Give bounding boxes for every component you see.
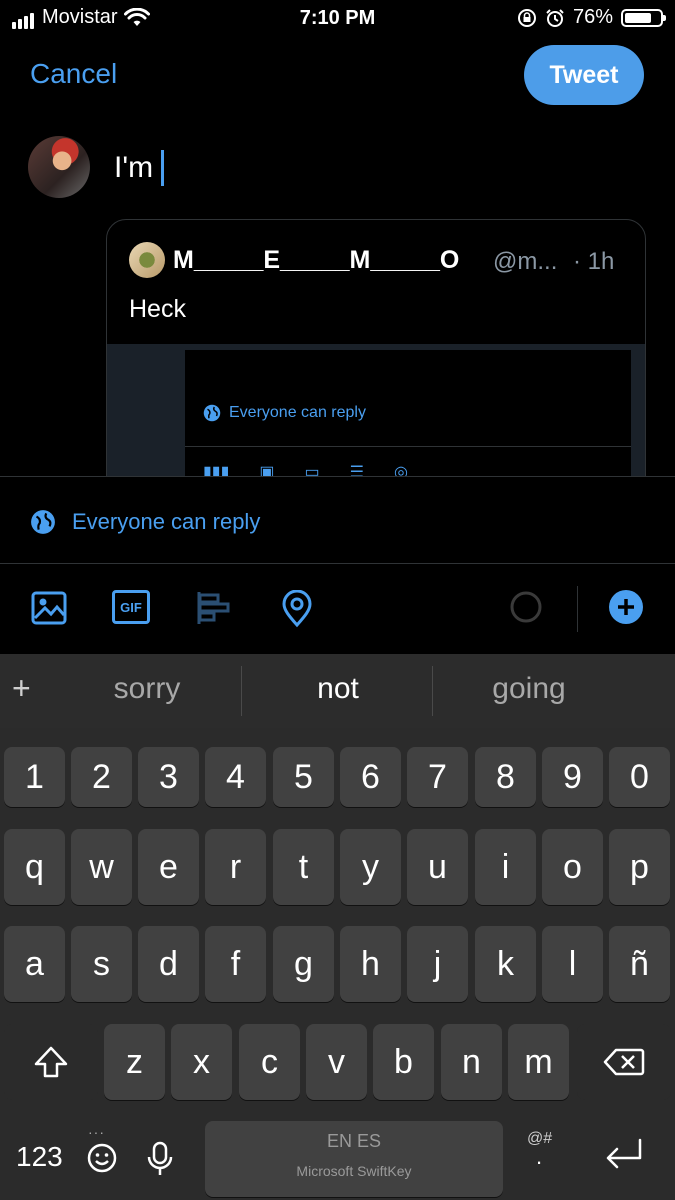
space-language: EN ES (326, 1131, 382, 1151)
compose-text: I'm (114, 151, 154, 184)
gif-label: GIF (120, 599, 142, 615)
compose-input[interactable]: I'm (114, 150, 165, 186)
gif-icon[interactable]: GIF (112, 590, 150, 624)
key-8[interactable]: 8 (475, 747, 536, 807)
key-t[interactable]: t (273, 829, 334, 905)
key-1[interactable]: 1 (4, 747, 65, 807)
quoted-tweet-time: · 1h (573, 248, 615, 275)
key-j[interactable]: j (407, 926, 468, 1002)
key-q[interactable]: q (4, 829, 65, 905)
key-p[interactable]: p (609, 829, 670, 905)
key-n[interactable]: n (441, 1024, 502, 1100)
suggestion-plus-button[interactable]: + (12, 670, 31, 707)
key-l[interactable]: l (542, 926, 603, 1002)
key-3[interactable]: 3 (138, 747, 199, 807)
key-u[interactable]: u (407, 829, 468, 905)
media-reply-label: Everyone can reply (229, 404, 366, 421)
key-9[interactable]: 9 (542, 747, 603, 807)
key-n-tilde[interactable]: ñ (609, 926, 670, 1002)
microphone-icon[interactable] (146, 1141, 174, 1177)
battery-percent: 76% (572, 6, 613, 28)
return-icon[interactable] (604, 1138, 644, 1172)
suggestion-divider (241, 666, 242, 716)
key-s[interactable]: s (71, 926, 132, 1002)
key-d[interactable]: d (138, 926, 199, 1002)
key-w[interactable]: w (71, 829, 132, 905)
compose-toolbar: GIF (0, 564, 675, 654)
key-k[interactable]: k (475, 926, 536, 1002)
suggestion-2[interactable]: not (243, 672, 433, 706)
poll-icon (197, 592, 230, 624)
user-avatar[interactable] (28, 136, 90, 198)
location-icon[interactable] (280, 590, 314, 628)
media-reply-setting: Everyone can reply (203, 404, 366, 422)
quoted-author-name: M_____E_____M_____O (173, 246, 460, 274)
key-e[interactable]: e (138, 829, 199, 905)
quoted-tweet-text: Heck (129, 295, 186, 323)
battery-fill (625, 12, 651, 23)
key-h[interactable]: h (340, 926, 401, 1002)
tweet-button[interactable]: Tweet (524, 45, 644, 105)
add-thread-icon[interactable] (608, 589, 644, 625)
cancel-button[interactable]: Cancel (30, 58, 117, 90)
emoji-more-dots: ··· (88, 1124, 105, 1140)
key-f[interactable]: f (205, 926, 266, 1002)
orientation-lock-icon (517, 8, 536, 27)
space-brand: Microsoft SwiftKey (296, 1163, 412, 1179)
shift-icon (34, 1046, 68, 1078)
quoted-author-handle: @m... (493, 248, 558, 275)
key-g[interactable]: g (273, 926, 334, 1002)
key-4[interactable]: 4 (205, 747, 266, 807)
suggestion-3[interactable]: going (434, 672, 624, 706)
quoted-author-avatar (129, 242, 165, 278)
globe-icon (203, 404, 221, 422)
image-icon[interactable] (31, 590, 67, 626)
text-caret (161, 150, 165, 186)
status-right: 76% (517, 6, 666, 29)
suggestion-divider (432, 666, 433, 716)
status-bar: Movistar 7:10 PM 76% (0, 0, 675, 38)
numbers-key[interactable]: 123 (16, 1141, 63, 1173)
media-divider (185, 446, 631, 447)
compose-bottom-sheet: Everyone can reply GIF (0, 476, 675, 655)
alarm-icon (546, 8, 564, 27)
key-v[interactable]: v (306, 1024, 367, 1100)
globe-icon (31, 510, 55, 534)
toolbar-divider (577, 586, 578, 632)
key-o[interactable]: o (542, 829, 603, 905)
backspace-icon (603, 1048, 645, 1076)
key-a[interactable]: a (4, 926, 65, 1002)
key-r[interactable]: r (205, 829, 266, 905)
reply-setting-label: Everyone can reply (72, 509, 261, 534)
quoted-tweet-card[interactable]: M_____E_____M_____O @m... · 1h Heck Ever… (106, 219, 646, 519)
key-7[interactable]: 7 (407, 747, 468, 807)
shift-key[interactable] (4, 1024, 98, 1100)
progress-ring-icon (510, 591, 542, 623)
key-y[interactable]: y (340, 829, 401, 905)
key-i[interactable]: i (475, 829, 536, 905)
key-z[interactable]: z (104, 1024, 165, 1100)
key-0[interactable]: 0 (609, 747, 670, 807)
emoji-icon[interactable] (86, 1142, 118, 1174)
space-bar-key[interactable]: EN ES Microsoft SwiftKey (205, 1121, 503, 1197)
key-5[interactable]: 5 (273, 747, 334, 807)
suggestion-bar: + sorry not going (0, 654, 675, 728)
key-b[interactable]: b (373, 1024, 434, 1100)
reply-setting-button[interactable]: Everyone can reply (30, 509, 260, 535)
backspace-key[interactable] (577, 1024, 671, 1100)
battery-icon (621, 8, 666, 27)
key-c[interactable]: c (239, 1024, 300, 1100)
keyboard: + sorry not going 1 2 3 4 5 6 7 8 9 0 q … (0, 654, 675, 1200)
period-key[interactable]: . (536, 1144, 542, 1170)
suggestion-1[interactable]: sorry (52, 672, 242, 706)
key-x[interactable]: x (171, 1024, 232, 1100)
key-6[interactable]: 6 (340, 747, 401, 807)
key-m[interactable]: m (508, 1024, 569, 1100)
key-2[interactable]: 2 (71, 747, 132, 807)
